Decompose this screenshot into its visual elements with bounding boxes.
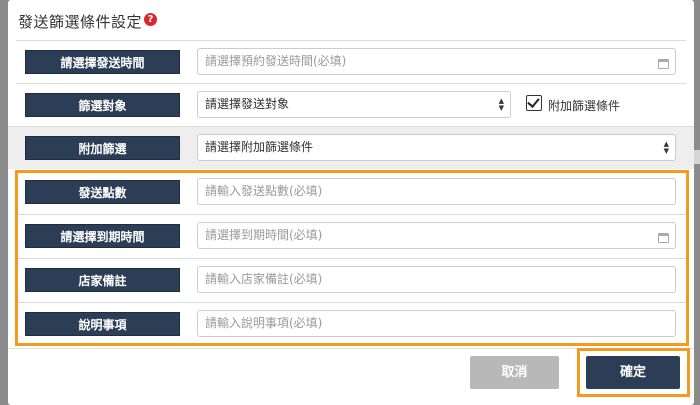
points-label: 發送點數	[25, 180, 180, 204]
extra-filter-select-value: 請選擇附加篩選條件	[205, 140, 314, 154]
row-target: 篩選對象 請選擇發送對象 ▲ ▼ 附加篩選條件	[16, 83, 686, 126]
select-arrows-icon: ▲ ▼	[498, 97, 504, 112]
select-arrows-icon: ▲ ▼	[663, 140, 669, 155]
extra-filter-label: 附加篩選	[25, 136, 180, 160]
background-page-edge	[694, 150, 700, 164]
row-store-note: 店家備註 請輸入店家備註(必填)	[16, 258, 686, 301]
filter-settings-dialog: 發送篩選條件設定 ? 請選擇發送時間 請選擇預約發送時間(必填) 篩選對象 請選…	[8, 0, 694, 405]
checkmark-icon	[527, 95, 540, 108]
description-input[interactable]: 請輸入說明事項(必填)	[197, 310, 676, 337]
row-send-time: 請選擇發送時間 請選擇預約發送時間(必填)	[16, 40, 686, 83]
points-input[interactable]: 請輸入發送點數(必填)	[197, 178, 676, 205]
help-icon[interactable]: ?	[144, 13, 157, 26]
target-select-value: 請選擇發送對象	[205, 97, 290, 111]
calendar-icon[interactable]	[658, 59, 669, 69]
send-time-label: 請選擇發送時間	[25, 50, 180, 74]
extra-filter-checkbox-label: 附加篩選條件	[548, 99, 621, 113]
store-note-label: 店家備註	[25, 268, 180, 292]
confirm-button[interactable]: 確定	[586, 356, 680, 389]
extra-filter-checkbox[interactable]	[526, 95, 542, 111]
store-note-input[interactable]: 請輸入店家備註(必填)	[197, 266, 676, 293]
dialog-header: 發送篩選條件設定 ?	[8, 0, 694, 40]
row-expiry: 請選擇到期時間 請選擇到期時間(必填)	[16, 214, 686, 257]
send-time-input[interactable]: 請選擇預約發送時間(必填)	[197, 48, 676, 75]
row-description: 說明事項 請輸入說明事項(必填)	[16, 302, 686, 345]
extra-filter-select[interactable]: 請選擇附加篩選條件 ▲ ▼	[197, 134, 676, 161]
row-points: 發送點數 請輸入發送點數(必填)	[16, 170, 686, 213]
target-select[interactable]: 請選擇發送對象 ▲ ▼	[197, 91, 511, 118]
expiry-input[interactable]: 請選擇到期時間(必填)	[197, 222, 676, 249]
expiry-label: 請選擇到期時間	[25, 224, 180, 248]
row-extra-filter: 附加篩選 請選擇附加篩選條件 ▲ ▼	[8, 126, 694, 169]
cancel-button[interactable]: 取消	[470, 356, 559, 389]
calendar-icon[interactable]	[658, 233, 669, 243]
target-label: 篩選對象	[25, 93, 180, 117]
description-label: 說明事項	[25, 312, 180, 336]
dialog-title: 發送篩選條件設定	[18, 13, 143, 31]
